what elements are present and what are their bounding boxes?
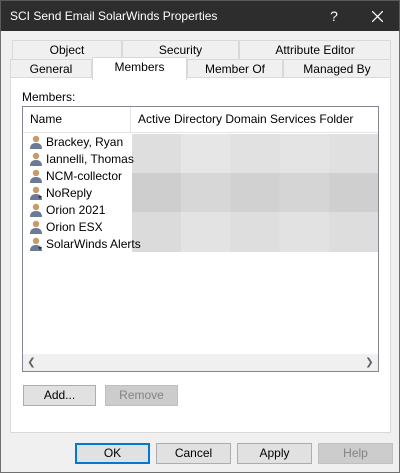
add-button[interactable]: Add... <box>23 385 96 406</box>
list-item[interactable]: Orion ESX <box>27 219 137 236</box>
list-item[interactable]: Orion 2021 <box>27 202 137 219</box>
horizontal-scrollbar[interactable]: ❮ ❯ <box>23 354 378 371</box>
user-icon <box>30 152 42 166</box>
close-button[interactable] <box>355 1 400 32</box>
list-header: Name Active Directory Domain Services Fo… <box>23 107 378 133</box>
user-icon <box>30 220 42 234</box>
help-button[interactable]: Help <box>318 443 393 464</box>
help-titlebar-button[interactable]: ? <box>311 1 357 32</box>
members-label: Members: <box>22 90 76 104</box>
window-title: SCI Send Email SolarWinds Properties <box>10 9 218 23</box>
cancel-button[interactable]: Cancel <box>156 443 231 464</box>
title-bar: SCI Send Email SolarWinds Properties ? <box>0 0 400 31</box>
tab-member-of[interactable]: Member Of <box>187 59 283 79</box>
tab-attribute-editor[interactable]: Attribute Editor <box>239 40 391 60</box>
scroll-right-icon[interactable]: ❯ <box>361 354 378 371</box>
user-icon <box>30 237 42 251</box>
user-icon <box>30 169 42 183</box>
tab-managed-by[interactable]: Managed By <box>283 59 391 79</box>
ok-button[interactable]: OK <box>75 443 150 464</box>
remove-button[interactable]: Remove <box>105 385 178 406</box>
close-icon <box>372 11 383 22</box>
list-item[interactable]: NCM-collector <box>27 168 137 185</box>
members-list[interactable]: Name Active Directory Domain Services Fo… <box>22 106 379 372</box>
user-icon <box>30 186 42 200</box>
column-header-folder[interactable]: Active Directory Domain Services Folder <box>131 107 378 132</box>
user-icon <box>30 203 42 217</box>
list-item[interactable]: Brackey, Ryan <box>27 134 137 151</box>
redacted-folder-column <box>132 134 378 252</box>
list-item[interactable]: Iannelli, Thomas <box>27 151 137 168</box>
scroll-left-icon[interactable]: ❮ <box>23 354 40 371</box>
apply-button[interactable]: Apply <box>237 443 312 464</box>
column-header-name[interactable]: Name <box>23 107 131 132</box>
tab-members[interactable]: Members <box>92 57 187 80</box>
user-icon <box>30 135 42 149</box>
tab-general[interactable]: General <box>10 59 92 79</box>
list-item[interactable]: NoReply <box>27 185 137 202</box>
list-item[interactable]: SolarWinds Alerts <box>27 236 141 253</box>
